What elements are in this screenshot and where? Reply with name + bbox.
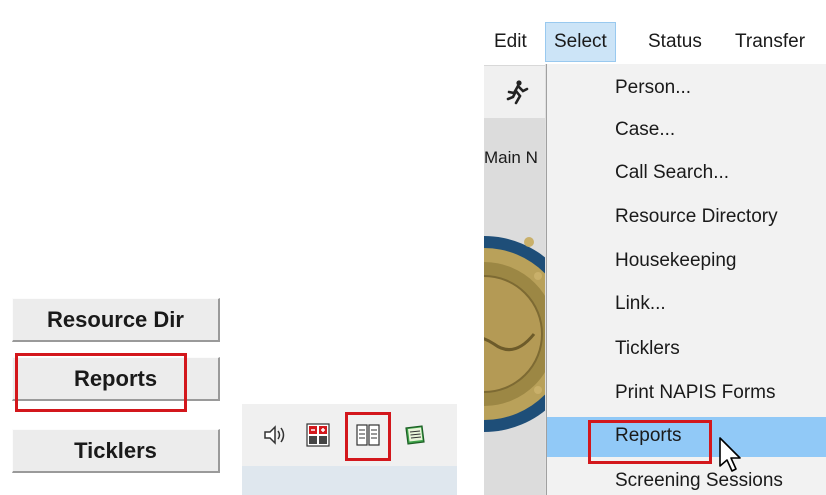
ticklers-button[interactable]: Ticklers xyxy=(12,429,220,473)
menu-edit[interactable]: Edit xyxy=(486,22,535,62)
notepad-icon[interactable] xyxy=(402,422,428,448)
calculator-icon[interactable] xyxy=(305,422,331,448)
main-window-label: Main N xyxy=(484,148,538,167)
report-icon-highlight xyxy=(345,412,391,461)
menu-item-print-napis-forms[interactable]: Print NAPIS Forms xyxy=(547,374,826,414)
taskbar-strip xyxy=(242,466,457,495)
menu-item-label: Print NAPIS Forms xyxy=(615,382,776,403)
menu-item-call-search[interactable]: Call Search... xyxy=(547,154,826,194)
menu-item-label: Ticklers xyxy=(615,338,680,359)
menu-transfer[interactable]: Transfer xyxy=(727,22,813,62)
menu-bar: Edit Select Status Transfer xyxy=(484,22,826,62)
menu-item-label: Person... xyxy=(615,77,692,98)
menu-item-label: Screening Sessions xyxy=(615,470,783,491)
menu-item-label: Housekeeping xyxy=(615,250,737,271)
menu-item-link[interactable]: Link... xyxy=(547,285,826,325)
right-panel: Edit Select Status Transfer Main N Perso… xyxy=(484,0,826,495)
reports-menu-highlight xyxy=(588,420,712,464)
menu-item-ticklers[interactable]: Ticklers xyxy=(547,330,826,370)
mouse-pointer-icon xyxy=(719,437,741,472)
menu-status[interactable]: Status xyxy=(640,22,710,62)
left-panel: Resource Dir Reports Ticklers xyxy=(0,278,226,495)
menu-item-resource-directory[interactable]: Resource Directory xyxy=(547,198,826,238)
menu-item-person[interactable]: Person... xyxy=(547,69,826,109)
middle-panel xyxy=(242,404,457,495)
speaker-icon[interactable] xyxy=(262,422,288,448)
runner-icon[interactable] xyxy=(504,79,530,105)
menu-item-label: Call Search... xyxy=(615,162,730,183)
menu-item-label: Case... xyxy=(615,119,676,140)
menu-item-screening-sessions[interactable]: Screening Sessions xyxy=(547,462,826,495)
menu-item-label: Resource Directory xyxy=(615,206,778,227)
menu-item-label: Link... xyxy=(615,293,666,314)
resource-dir-button[interactable]: Resource Dir xyxy=(12,298,220,342)
menu-item-housekeeping[interactable]: Housekeeping xyxy=(547,242,826,282)
menu-item-case[interactable]: Case... xyxy=(547,111,826,151)
reports-button-highlight xyxy=(15,353,187,412)
menu-select[interactable]: Select xyxy=(545,22,616,62)
